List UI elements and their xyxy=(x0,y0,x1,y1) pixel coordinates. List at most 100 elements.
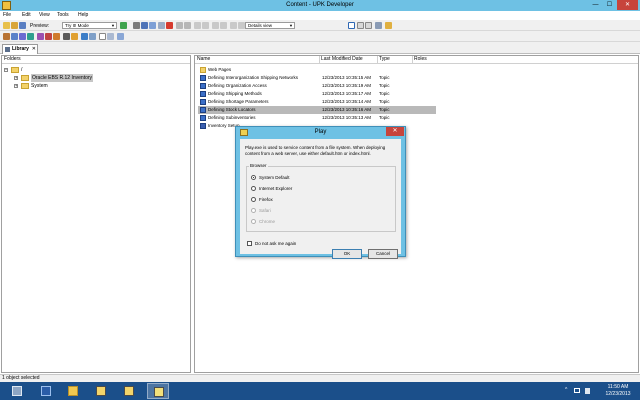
folder-icon xyxy=(21,83,29,89)
question-icon[interactable] xyxy=(81,33,88,40)
template-icon[interactable] xyxy=(89,33,96,40)
list-item[interactable]: Defining Subinventories 12/23/2013 10:35… xyxy=(198,114,436,122)
folders-pane: Folders − / + Oracle EBS R.12 Inventory … xyxy=(1,55,191,373)
play-icon[interactable] xyxy=(120,22,127,29)
cut-icon[interactable] xyxy=(133,22,140,29)
publish-icon[interactable] xyxy=(375,22,382,29)
clock[interactable]: 11:50 AM 12/23/2013 xyxy=(598,384,638,398)
checkbox-label: Do not ask me again xyxy=(255,241,297,246)
folder-view-icon[interactable] xyxy=(385,22,392,29)
list-item[interactable]: Defining Organization Access 12/23/2013 … xyxy=(198,82,436,90)
redo-icon[interactable] xyxy=(184,22,191,29)
item-name: Web Pages xyxy=(208,67,232,72)
menu-file[interactable]: File xyxy=(3,12,11,18)
new-role-icon[interactable] xyxy=(45,33,52,40)
tray-expand-icon[interactable]: ^ xyxy=(565,387,567,393)
topic-icon xyxy=(200,83,206,89)
menu-help[interactable]: Help xyxy=(78,12,88,18)
radio-button[interactable] xyxy=(251,197,256,202)
tree-item-system[interactable]: + System xyxy=(14,82,184,90)
tree-item-oracle-ebs[interactable]: + Oracle EBS R.12 Inventory xyxy=(14,74,184,82)
list-item[interactable]: Web Pages xyxy=(198,66,436,74)
menu-tools[interactable]: Tools xyxy=(57,12,69,18)
link-icon[interactable] xyxy=(230,22,237,29)
details-pane-icon[interactable] xyxy=(348,22,355,29)
unlink-icon[interactable] xyxy=(238,22,245,29)
tree-item-root[interactable]: − / xyxy=(4,66,184,74)
expand-icon[interactable]: + xyxy=(14,76,18,80)
open-icon[interactable] xyxy=(11,22,18,29)
save-icon[interactable] xyxy=(19,22,26,29)
item-type: Topic xyxy=(379,83,390,88)
preview-mode-value: Try It! Mode xyxy=(65,23,89,28)
taskbar-server-manager[interactable] xyxy=(6,383,28,399)
new-module-icon[interactable] xyxy=(3,33,10,40)
menu-view[interactable]: View xyxy=(39,12,50,18)
topic-icon xyxy=(200,99,206,105)
status-bar: 1 object selected xyxy=(0,374,640,382)
undo-icon[interactable] xyxy=(176,22,183,29)
folders-header: Folders xyxy=(2,56,190,64)
list-item[interactable]: Defining Shipping Methods 12/23/2013 10:… xyxy=(198,90,436,98)
taskbar-play-active[interactable] xyxy=(147,383,169,399)
new-package-icon[interactable] xyxy=(53,33,60,40)
help-page-icon[interactable] xyxy=(107,33,114,40)
new-section-icon[interactable] xyxy=(11,33,18,40)
record-icon[interactable] xyxy=(63,33,70,40)
list-item[interactable]: Defining Shortage Parameters 12/23/2013 … xyxy=(198,98,436,106)
folder-icon xyxy=(11,67,19,73)
tree-item-label: Oracle EBS R.12 Inventory xyxy=(31,74,94,82)
maximize-button[interactable]: ☐ xyxy=(603,0,616,10)
dialog-close-button[interactable]: ✕ xyxy=(386,127,404,136)
column-type[interactable]: Type xyxy=(377,56,390,63)
volume-icon[interactable] xyxy=(585,388,590,394)
assessment-icon[interactable] xyxy=(71,33,78,40)
radio-button[interactable] xyxy=(251,186,256,191)
item-type: Topic xyxy=(379,75,390,80)
properties-icon[interactable] xyxy=(158,22,165,29)
minimize-button[interactable]: — xyxy=(589,0,602,10)
move-down-icon[interactable] xyxy=(220,22,227,29)
taskbar-powershell[interactable] xyxy=(35,383,57,399)
preview-mode-select[interactable]: Try It! Mode ▼ xyxy=(62,22,117,29)
link-doc-icon[interactable] xyxy=(117,33,124,40)
new-topic-icon[interactable] xyxy=(19,33,26,40)
expand-icon[interactable]: + xyxy=(14,84,18,88)
radio-button[interactable] xyxy=(251,175,256,180)
copy-icon[interactable] xyxy=(141,22,148,29)
menu-bar: File Edit View Tools Help xyxy=(0,11,640,20)
document-icon[interactable] xyxy=(99,33,106,40)
new-icon[interactable] xyxy=(3,22,10,29)
chevron-down-icon: ▼ xyxy=(289,23,293,28)
close-button[interactable]: ✕ xyxy=(617,0,638,10)
layout-icon[interactable] xyxy=(357,22,364,29)
ok-button[interactable]: OK xyxy=(332,249,362,259)
chevron-down-icon: ▼ xyxy=(111,23,115,28)
do-not-ask-checkbox[interactable] xyxy=(247,241,252,246)
indent-icon[interactable] xyxy=(202,22,209,29)
delete-icon[interactable] xyxy=(166,22,173,29)
close-tab-icon[interactable]: ✕ xyxy=(32,45,36,53)
radio-label: Firefox xyxy=(259,197,273,202)
move-up-icon[interactable] xyxy=(212,22,219,29)
new-glossary-icon[interactable] xyxy=(37,33,44,40)
cancel-button[interactable]: Cancel xyxy=(368,249,398,259)
column-modified[interactable]: Last Modified Date xyxy=(319,56,363,63)
menu-edit[interactable]: Edit xyxy=(22,12,31,18)
radio-label: Chrome xyxy=(259,219,276,224)
column-roles[interactable]: Roles xyxy=(412,56,427,63)
taskbar-upk-app-2[interactable] xyxy=(118,383,140,399)
paste-icon[interactable] xyxy=(149,22,156,29)
outdent-icon[interactable] xyxy=(194,22,201,29)
view-mode-select[interactable]: Details view ▼ xyxy=(245,22,295,29)
network-icon[interactable] xyxy=(574,388,580,393)
column-name[interactable]: Name xyxy=(197,56,210,63)
list-item[interactable]: Defining Interorganization Shipping Netw… xyxy=(198,74,436,82)
collapse-icon[interactable]: − xyxy=(4,68,8,72)
taskbar-file-explorer[interactable] xyxy=(62,383,84,399)
tab-library[interactable]: Library ✕ xyxy=(2,44,38,54)
taskbar-upk-app-1[interactable] xyxy=(90,383,112,399)
new-web-page-icon[interactable] xyxy=(27,33,34,40)
split-view-icon[interactable] xyxy=(365,22,372,29)
list-item-selected[interactable]: Defining Stock Locators 12/23/2013 10:35… xyxy=(198,106,436,114)
